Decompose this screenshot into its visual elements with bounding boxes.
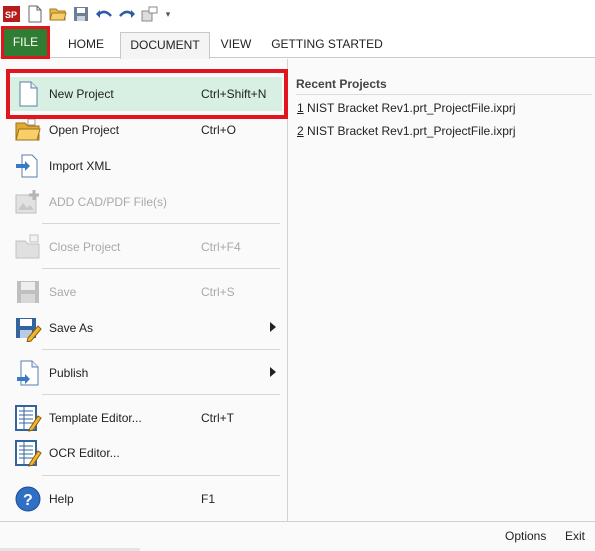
submenu-arrow-icon: [270, 322, 276, 332]
ocr-editor-label: OCR Editor...: [49, 446, 120, 460]
help-shortcut: F1: [201, 492, 216, 506]
recent-file-number: 1: [297, 101, 304, 115]
save-as-label: Save As: [49, 321, 94, 335]
recent-file-name: NIST Bracket Rev1.prt_ProjectFile.ixprj: [303, 101, 516, 115]
tab-view[interactable]: VIEW: [214, 32, 258, 58]
import-xml-item[interactable]: Import XML: [6, 149, 282, 183]
backstage-footer: Options Exit: [0, 521, 595, 551]
help-item[interactable]: ? Help F1: [6, 482, 282, 516]
close-project-item[interactable]: Close Project Ctrl+F4: [6, 230, 282, 264]
save-as-icon: [14, 314, 42, 343]
ocr-editor-icon: [14, 439, 42, 467]
menu-separator: [42, 475, 280, 476]
new-project-highlight: [6, 69, 288, 119]
customize-dropdown-icon[interactable]: ▾: [163, 9, 173, 20]
quick-access-toolbar: SP ▾: [0, 0, 595, 28]
close-project-shortcut: Ctrl+F4: [201, 240, 241, 254]
template-editor-label: Template Editor...: [49, 411, 142, 425]
template-editor-item[interactable]: Template Editor... Ctrl+T: [6, 401, 282, 435]
help-icon: ?: [14, 485, 42, 513]
import-xml-icon: [14, 152, 42, 180]
options-button[interactable]: Options: [505, 529, 546, 543]
add-cad-pdf-item[interactable]: ADD CAD/PDF File(s): [6, 185, 282, 219]
publish-icon: [14, 359, 42, 387]
close-project-icon: [14, 233, 42, 261]
submenu-arrow-icon: [270, 367, 276, 377]
svg-text:?: ?: [23, 492, 33, 509]
recent-projects-panel: Recent Projects 1 NIST Bracket Rev1.prt_…: [289, 59, 595, 521]
file-menu: New Project Ctrl+Shift+N Open Project Ct…: [0, 59, 288, 521]
ocr-editor-item[interactable]: OCR Editor...: [6, 436, 282, 470]
recent-file-item[interactable]: 2 NIST Bracket Rev1.prt_ProjectFile.ixpr…: [297, 124, 516, 138]
menu-separator: [42, 223, 280, 224]
save-as-item[interactable]: Save As: [6, 311, 282, 345]
menu-separator: [42, 268, 280, 269]
menu-separator: [42, 394, 280, 395]
tab-home[interactable]: HOME: [60, 32, 112, 58]
open-folder-icon: [14, 116, 42, 144]
tab-getting-started[interactable]: GETTING STARTED: [268, 32, 386, 58]
recent-file-name: NIST Bracket Rev1.prt_ProjectFile.ixprj: [303, 124, 516, 138]
backstage-view: New Project Ctrl+Shift+N Open Project Ct…: [0, 59, 595, 551]
app-logo-icon[interactable]: SP: [2, 4, 22, 24]
save-shortcut: Ctrl+S: [201, 285, 235, 299]
add-cad-pdf-label: ADD CAD/PDF File(s): [49, 195, 168, 209]
open-folder-icon[interactable]: [48, 4, 68, 24]
save-icon: [14, 278, 42, 306]
menu-separator: [42, 349, 280, 350]
close-project-label: Close Project: [49, 240, 121, 254]
help-label: Help: [49, 492, 74, 506]
publish-label: Publish: [49, 366, 89, 380]
add-cad-pdf-icon: [14, 188, 42, 216]
publish-item[interactable]: Publish: [6, 356, 282, 390]
ribbon-tabs: HOME DOCUMENT VIEW GETTING STARTED: [0, 28, 595, 59]
publish-icon[interactable]: [140, 4, 160, 24]
open-project-shortcut: Ctrl+O: [201, 123, 237, 137]
svg-text:SP: SP: [5, 10, 17, 20]
recent-projects-title: Recent Projects: [296, 77, 387, 91]
new-file-icon[interactable]: [25, 4, 45, 24]
template-editor-icon: [14, 404, 42, 432]
save-item[interactable]: Save Ctrl+S: [6, 275, 282, 309]
template-editor-shortcut: Ctrl+T: [201, 411, 234, 425]
save-label: Save: [49, 285, 77, 299]
file-tab[interactable]: FILE: [4, 29, 47, 56]
recent-file-number: 2: [297, 124, 304, 138]
recent-projects-divider: [296, 94, 592, 95]
undo-icon[interactable]: [94, 4, 114, 24]
redo-icon[interactable]: [117, 4, 137, 24]
save-icon[interactable]: [71, 4, 91, 24]
exit-button[interactable]: Exit: [565, 529, 585, 543]
recent-file-item[interactable]: 1 NIST Bracket Rev1.prt_ProjectFile.ixpr…: [297, 101, 516, 115]
open-project-label: Open Project: [49, 123, 120, 137]
tab-document[interactable]: DOCUMENT: [120, 32, 210, 59]
import-xml-label: Import XML: [49, 159, 112, 173]
